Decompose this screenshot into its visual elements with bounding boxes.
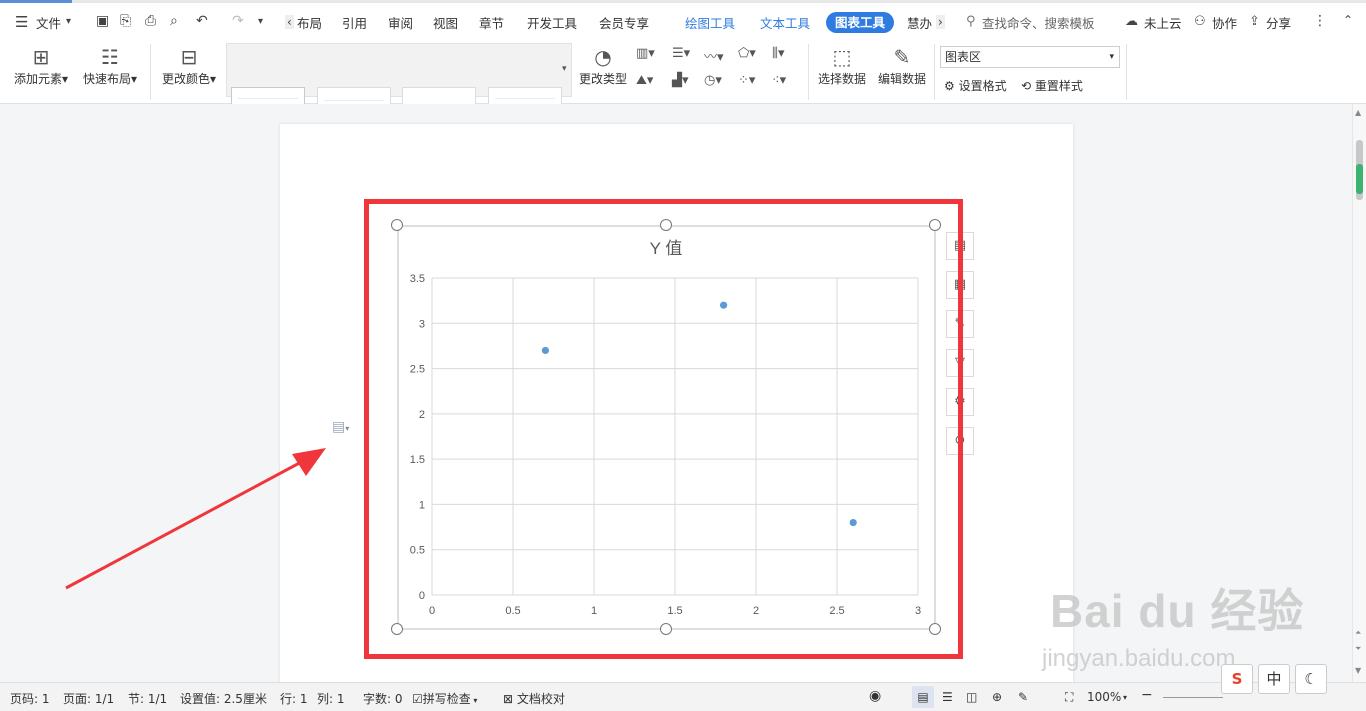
spell-check-label: 拼写检查 [422, 692, 471, 706]
zoom-slider[interactable] [1163, 697, 1223, 698]
scroll-prev-page-icon[interactable]: ⏶ [1355, 628, 1361, 638]
checkbox-icon: ☑ [412, 692, 423, 706]
write-mode-icon[interactable]: ✎ [1018, 690, 1028, 704]
page-view-icon[interactable]: ▤ [912, 686, 934, 708]
scroll-down-icon[interactable]: ▼ [1355, 666, 1361, 675]
status-section: 节: 1/1 [128, 692, 168, 706]
highlight-box [364, 199, 963, 659]
reading-view-icon[interactable]: ◫ [966, 690, 977, 704]
vertical-scrollbar[interactable]: ▲ ⏶ ⏷ ▼ [1352, 104, 1366, 682]
proofread-icon: ⊠ [503, 692, 517, 706]
spell-check-button[interactable]: ☑拼写检查 ▾ [412, 690, 477, 707]
fit-page-icon[interactable]: ⛶ [1065, 690, 1073, 705]
chevron-down-icon: ▾ [470, 696, 478, 705]
layout-options-icon[interactable]: ▤▾ [332, 419, 349, 435]
status-column: 列: 1 [317, 692, 345, 706]
ime-mode-toggle[interactable]: 中 [1258, 664, 1290, 694]
status-setting-value[interactable]: 设置值: 2.5厘米 [180, 690, 267, 707]
status-page-number: 页码: 1 [10, 692, 50, 706]
proofread-label: 文档校对 [516, 692, 565, 706]
chevron-down-icon[interactable]: ▾ [1123, 693, 1127, 702]
status-pages[interactable]: 页面: 1/1 [63, 690, 114, 707]
zoom-level[interactable]: 100% [1087, 690, 1121, 704]
night-mode-icon[interactable]: ☾ [1295, 664, 1327, 694]
outline-view-icon[interactable]: ☰ [942, 690, 953, 704]
web-view-icon[interactable]: ⊕ [992, 690, 1002, 704]
sogou-ime-icon[interactable]: S [1221, 664, 1253, 694]
status-word-count[interactable]: 字数: 0 [363, 690, 403, 707]
zoom-out-button[interactable]: − [1141, 687, 1153, 703]
scroll-position-marker [1356, 164, 1363, 194]
status-bar: 页码: 1 页面: 1/1 节: 1/1 设置值: 2.5厘米 行: 1 列: … [0, 682, 1366, 711]
proofread-button[interactable]: ⊠ 文档校对 [503, 690, 565, 707]
eye-protection-icon[interactable]: ◉ [869, 688, 881, 704]
red-arrow-annotation [65, 448, 326, 590]
scroll-up-icon[interactable]: ▲ [1355, 108, 1361, 117]
scroll-next-page-icon[interactable]: ⏷ [1355, 644, 1361, 654]
status-row: 行: 1 [280, 692, 308, 706]
